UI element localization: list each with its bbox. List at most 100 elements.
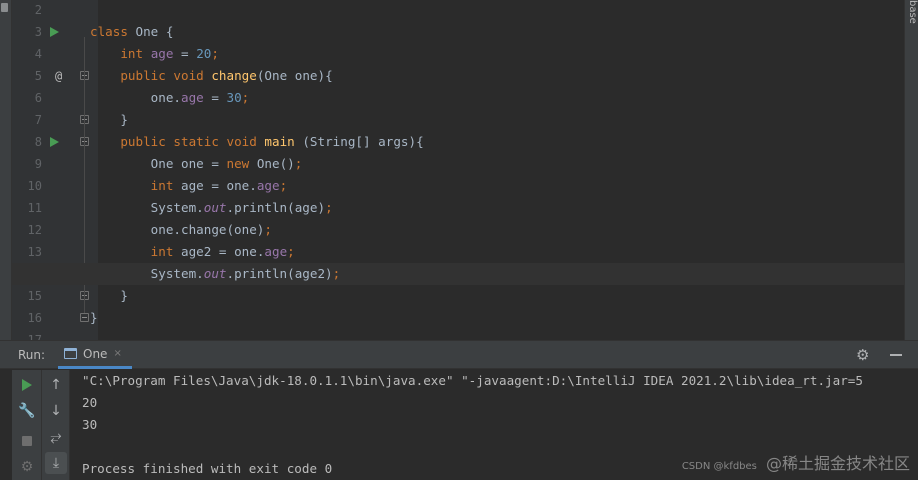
code-editor[interactable]: class One { int age = 20; public void ch… <box>12 0 904 340</box>
code-line: int age = 20; <box>90 43 219 65</box>
code-token: age <box>264 244 288 259</box>
run-tab-one[interactable]: One × <box>58 341 132 369</box>
console-line: 20 <box>82 395 98 410</box>
console-line: "C:\Program Files\Java\jdk-18.0.1.1\bin\… <box>82 373 863 388</box>
run-toolbar-primary: 🔧 ⚙ <box>12 370 42 480</box>
code-line: } <box>90 307 98 329</box>
code-token: System. <box>90 200 204 215</box>
code-line: int age2 = one.age; <box>90 241 295 263</box>
code-token: class <box>90 24 136 39</box>
line-number: 9 <box>34 157 42 171</box>
line-number: 15 <box>27 289 42 303</box>
code-token: public static void <box>120 134 265 149</box>
code-line: int age = one.age; <box>90 175 288 197</box>
code-line: public static void main (String[] args){ <box>90 131 424 153</box>
line-number: 12 <box>27 223 42 237</box>
code-token: new <box>226 156 257 171</box>
code-line: one.age = 30; <box>90 87 250 109</box>
code-token: } <box>90 288 128 303</box>
code-token: ; <box>325 200 333 215</box>
code-token: main <box>264 134 295 149</box>
code-line: one.change(one); <box>90 219 272 241</box>
line-number: 3 <box>34 25 42 39</box>
code-token: System. <box>90 266 204 281</box>
code-line: One one = new One(); <box>90 153 303 175</box>
code-token: (String[] args){ <box>294 134 424 149</box>
modify-config-button[interactable]: 🔧 <box>16 400 38 422</box>
code-line: System.out.println(age); <box>90 197 333 219</box>
code-token: ; <box>287 244 295 259</box>
minimize-icon[interactable] <box>890 354 902 356</box>
code-line: } <box>90 109 128 131</box>
run-tool-header: Run: One × ⚙ <box>0 341 918 369</box>
code-token: one. <box>90 90 181 105</box>
code-token: 20 <box>196 46 212 61</box>
up-arrow-icon: ↑ <box>50 377 62 393</box>
scroll-to-end-icon: ⤓ <box>52 455 60 471</box>
editor-gutter: 234567891011121314151617@ <box>12 0 98 347</box>
code-token: ; <box>264 222 272 237</box>
soft-wrap-icon: ⥂ <box>50 429 62 445</box>
fold-icon[interactable] <box>80 313 89 322</box>
line-number: 7 <box>34 113 42 127</box>
run-icon[interactable] <box>50 137 59 147</box>
code-line: System.out.println(age2); <box>90 263 341 285</box>
code-token: ; <box>241 90 250 105</box>
console-icon <box>64 348 77 359</box>
code-token: one.change(one) <box>90 222 265 237</box>
stop-icon <box>22 436 32 446</box>
gear-icon: ⚙ <box>20 459 34 475</box>
watermark-main: @稀土掘金技术社区 <box>765 454 910 473</box>
code-token: .println(age2) <box>226 266 333 281</box>
rerun-button[interactable] <box>16 374 38 396</box>
code-token: } <box>90 112 128 127</box>
code-token: age2 = one. <box>181 244 265 259</box>
console-line: 30 <box>82 417 98 432</box>
next-occurrence-button[interactable]: ↓ <box>45 400 67 422</box>
code-token: age <box>256 178 280 193</box>
scroll-to-end-button[interactable]: ⤓ <box>45 452 67 474</box>
code-token: ; <box>332 266 341 281</box>
close-icon[interactable]: × <box>113 348 121 359</box>
override-icon[interactable]: @ <box>55 65 62 87</box>
watermark: CSDN @kfdbes @稀土掘金技术社区 <box>682 450 910 474</box>
code-token: ; <box>279 178 288 193</box>
code-line: } <box>90 285 128 307</box>
code-token: int <box>150 178 182 193</box>
gear-icon[interactable]: ⚙ <box>856 347 869 363</box>
code-token: = <box>173 46 197 61</box>
rerun-icon <box>22 379 32 391</box>
down-arrow-icon: ↓ <box>50 403 62 419</box>
code-token: age <box>181 90 204 105</box>
database-tool-tab[interactable]: base <box>906 0 918 34</box>
code-token: ; <box>294 156 303 171</box>
line-number: 8 <box>34 135 42 149</box>
run-toolbar-secondary: ↑ ↓ ⥂ ⤓ <box>42 370 70 480</box>
project-tool-tab[interactable] <box>1 3 8 12</box>
code-line: class One { <box>90 21 173 43</box>
code-token: ; <box>211 46 219 61</box>
settings-button[interactable]: ⚙ <box>16 456 38 478</box>
line-number: 16 <box>27 311 42 325</box>
line-number: 2 <box>34 3 42 17</box>
previous-occurrence-button[interactable]: ↑ <box>45 374 67 396</box>
code-token: One one = <box>90 156 227 171</box>
line-number: 10 <box>27 179 42 193</box>
code-token: int <box>120 46 151 61</box>
stop-button[interactable] <box>16 430 38 452</box>
code-token: out <box>203 200 227 215</box>
code-token: (One one){ <box>256 68 333 83</box>
code-token: } <box>90 310 98 325</box>
code-token: age <box>150 46 174 61</box>
line-number: 5 <box>34 69 42 83</box>
run-icon[interactable] <box>50 27 59 37</box>
run-tool-window: Run: One × ⚙ 🔧 ⚙ ↑ ↓ ⥂ ⤓ "C:\Program Fil… <box>0 340 918 480</box>
code-token: out <box>203 266 227 281</box>
console-line: Process finished with exit code 0 <box>82 461 333 476</box>
code-token: One() <box>256 156 295 171</box>
run-label: Run: <box>18 348 46 362</box>
soft-wrap-button[interactable]: ⥂ <box>45 426 67 448</box>
code-token: int <box>150 244 182 259</box>
